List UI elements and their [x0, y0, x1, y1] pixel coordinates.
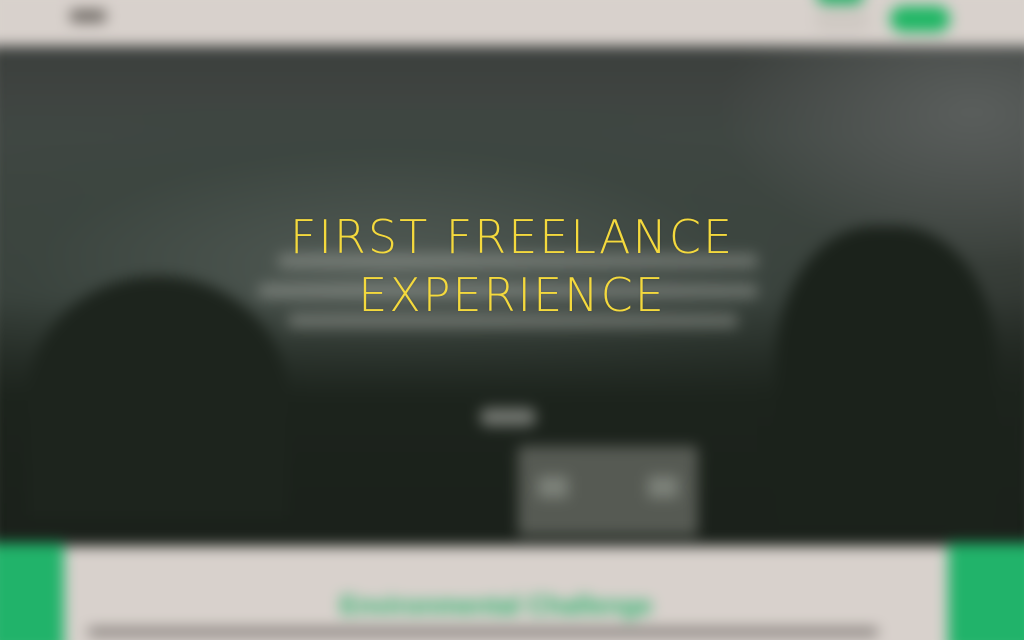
site-logo: [70, 10, 106, 22]
green-side-bar-right: [948, 543, 1024, 640]
hero-title-line-1: FIRST FREELANCE: [289, 210, 735, 264]
green-side-bar-left: [0, 543, 64, 640]
house-shape: [518, 446, 698, 536]
house-window: [648, 476, 678, 498]
top-green-tab: [816, 0, 864, 4]
house-window: [538, 476, 568, 498]
section-heading: Environmental Challenge: [340, 590, 653, 620]
hero-title-line-2: EXPERIENCE: [358, 268, 666, 322]
hero-title: FIRST FREELANCE EXPERIENCE: [0, 208, 1024, 324]
section-body-text: [88, 628, 878, 636]
page-overlay: Environmental Challenge FIRST FREELANCE …: [0, 0, 1024, 640]
site-header: [0, 0, 1024, 46]
header-primary-button: [890, 6, 950, 32]
header-secondary-button: [814, 8, 870, 32]
blurred-hero-button: [480, 408, 536, 426]
